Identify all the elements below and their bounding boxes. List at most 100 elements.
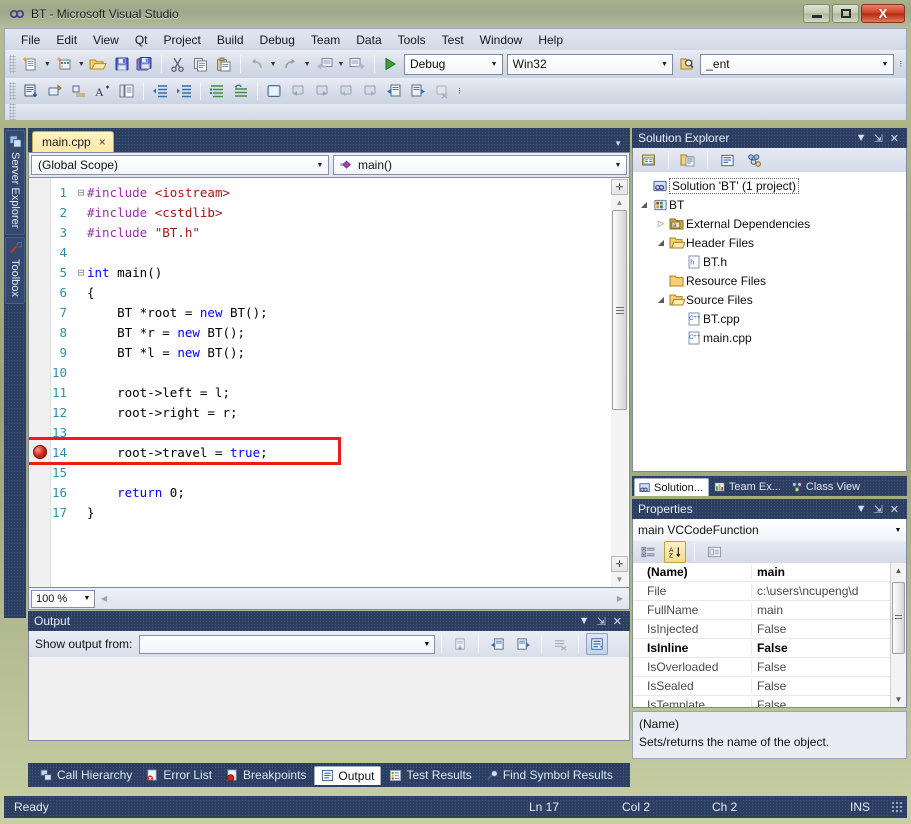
code-line[interactable]: 4 <box>29 242 629 262</box>
property-value[interactable]: False <box>751 679 890 693</box>
solution-platform-combo[interactable]: Win32 ▼ <box>506 53 673 75</box>
add-new-item-dropdown-arrow[interactable]: ▼ <box>76 53 87 75</box>
menu-item-build[interactable]: Build <box>209 31 252 49</box>
go-to-previous-message-icon[interactable] <box>486 633 508 655</box>
document-tab-main-cpp[interactable]: main.cpp × <box>32 131 114 152</box>
view-class-diagram-icon[interactable] <box>743 149 765 171</box>
menu-item-tools[interactable]: Tools <box>390 31 434 49</box>
close-icon[interactable]: ✕ <box>613 615 622 628</box>
menu-item-team[interactable]: Team <box>303 31 348 49</box>
properties-window-icon[interactable] <box>638 149 660 171</box>
start-debugging-icon[interactable] <box>380 53 401 75</box>
property-value[interactable]: False <box>751 622 890 636</box>
menu-item-test[interactable]: Test <box>434 31 472 49</box>
next-bookmark-folder-icon[interactable] <box>359 80 381 102</box>
code-line[interactable]: 7 BT *root = new BT(); <box>29 302 629 322</box>
tab-solution-explorer[interactable]: Solution... <box>634 478 709 496</box>
toggle-whitespace-icon[interactable] <box>68 80 90 102</box>
sidebar-item-server-explorer[interactable]: Server Explorer <box>5 130 25 236</box>
code-line[interactable]: 6 { <box>29 282 629 302</box>
decrease-indent-icon[interactable] <box>149 80 171 102</box>
code-line[interactable]: 5 ⊟ int main() <box>29 262 629 282</box>
tab-team-explorer[interactable]: Team Ex... <box>710 478 786 496</box>
menu-item-qt[interactable]: Qt <box>127 31 156 49</box>
find-message-icon[interactable] <box>449 633 471 655</box>
scroll-down-arrow-icon[interactable]: ▼ <box>895 692 903 707</box>
property-row[interactable]: IsInline False <box>633 639 890 658</box>
menu-item-project[interactable]: Project <box>156 31 209 49</box>
show-output-from-combo[interactable]: ▼ <box>139 634 436 654</box>
chevron-down-icon[interactable]: ▼ <box>419 641 434 648</box>
chevron-down-icon[interactable]: ▼ <box>487 61 502 68</box>
tree-node[interactable]: Resource Files <box>637 271 906 290</box>
code-editor-surface[interactable]: 1 ⊟ #include <iostream> 2 #include <cstdlib… <box>28 178 630 588</box>
save-icon[interactable] <box>111 53 132 75</box>
property-value[interactable]: False <box>751 641 890 655</box>
chevron-down-icon[interactable]: ▼ <box>856 503 867 515</box>
scroll-left-arrow-icon[interactable]: ◀ <box>101 594 107 603</box>
property-row[interactable]: (Name) main <box>633 563 890 582</box>
redo-icon[interactable] <box>279 53 300 75</box>
next-bookmark-icon[interactable] <box>311 80 333 102</box>
tree-node[interactable]: ◢ BT <box>637 195 906 214</box>
go-to-next-message-icon[interactable] <box>512 633 534 655</box>
menu-item-window[interactable]: Window <box>472 31 531 49</box>
close-icon[interactable]: × <box>99 135 106 149</box>
property-row[interactable]: IsOverloaded False <box>633 658 890 677</box>
toggle-word-wrap-icon[interactable] <box>44 80 66 102</box>
toggle-bookmark-icon[interactable] <box>263 80 285 102</box>
menu-item-view[interactable]: View <box>85 31 127 49</box>
menu-item-help[interactable]: Help <box>530 31 571 49</box>
find-in-files-icon[interactable] <box>676 53 697 75</box>
maximize-button[interactable] <box>832 4 859 23</box>
sidebar-item-toolbox[interactable]: Toolbox <box>5 237 25 305</box>
editor-toolbar-overflow-icon[interactable]: ⋮ <box>454 80 465 102</box>
code-line[interactable]: 13 <box>29 422 629 442</box>
tree-node[interactable]: h BT.h <box>637 252 906 271</box>
display-hidden-text-icon[interactable] <box>20 80 42 102</box>
tree-node[interactable]: C ++ BT.cpp <box>637 309 906 328</box>
function-combo[interactable]: main() ▼ <box>333 155 627 175</box>
menu-item-data[interactable]: Data <box>348 31 389 49</box>
redo-dropdown-arrow[interactable]: ▼ <box>302 53 313 75</box>
alphabetical-icon[interactable]: A Z <box>664 541 686 563</box>
chevron-down-icon[interactable]: ▼ <box>856 132 867 144</box>
font-size-icon[interactable]: A <box>92 80 114 102</box>
resize-grip-icon[interactable] <box>891 801 903 813</box>
code-line[interactable]: 9 BT *l = new BT(); <box>29 342 629 362</box>
breakpoint-glyph[interactable] <box>33 445 47 459</box>
scroll-right-arrow-icon[interactable]: ▶ <box>617 594 623 603</box>
new-project-dropdown-arrow[interactable]: ▼ <box>42 53 53 75</box>
solution-configuration-combo[interactable]: Debug ▼ <box>403 53 503 75</box>
save-all-icon[interactable] <box>134 53 155 75</box>
toolbar-grip[interactable] <box>9 55 16 73</box>
toolbar-grip-3[interactable] <box>9 103 16 121</box>
scroll-up-arrow-icon[interactable]: ▲ <box>895 563 903 578</box>
toolbar-grip-2[interactable] <box>9 82 16 100</box>
view-code-icon[interactable] <box>716 149 738 171</box>
chevron-down-icon[interactable]: ▼ <box>80 595 94 602</box>
properties-vertical-scrollbar[interactable]: ▲ ▼ <box>890 563 906 707</box>
show-all-files-icon[interactable] <box>677 149 699 171</box>
cut-icon[interactable] <box>167 53 188 75</box>
scroll-up-arrow-icon[interactable]: ▲ <box>611 195 628 210</box>
property-pages-icon[interactable] <box>703 541 725 563</box>
undo-icon[interactable] <box>246 53 267 75</box>
move-bookmark-prev-icon[interactable] <box>383 80 405 102</box>
code-line[interactable]: 10 <box>29 362 629 382</box>
chevron-down-icon[interactable]: ▼ <box>614 139 622 148</box>
properties-object-combo[interactable]: main VCCodeFunction ▼ <box>632 519 907 541</box>
chevron-down-icon[interactable]: ▼ <box>878 61 893 68</box>
scope-combo[interactable]: (Global Scope) ▼ <box>31 155 329 175</box>
solution-explorer-tree[interactable]: Solution 'BT' (1 project) ◢ BT ▷ a External D… <box>632 172 907 472</box>
code-line[interactable]: 15 <box>29 462 629 482</box>
code-line[interactable]: 11 root->left = l; <box>29 382 629 402</box>
uncomment-lines-icon[interactable] <box>230 80 252 102</box>
minimize-button[interactable] <box>803 4 830 23</box>
undo-dropdown-arrow[interactable]: ▼ <box>268 53 279 75</box>
tree-node[interactable]: ▷ a External Dependencies <box>637 214 906 233</box>
properties-grid[interactable]: (Name) main File c:\users\ncupeng\d FullName… <box>632 563 907 708</box>
copy-icon[interactable] <box>190 53 211 75</box>
categorized-icon[interactable] <box>637 541 659 563</box>
pin-icon[interactable]: ⇲ <box>874 132 883 145</box>
